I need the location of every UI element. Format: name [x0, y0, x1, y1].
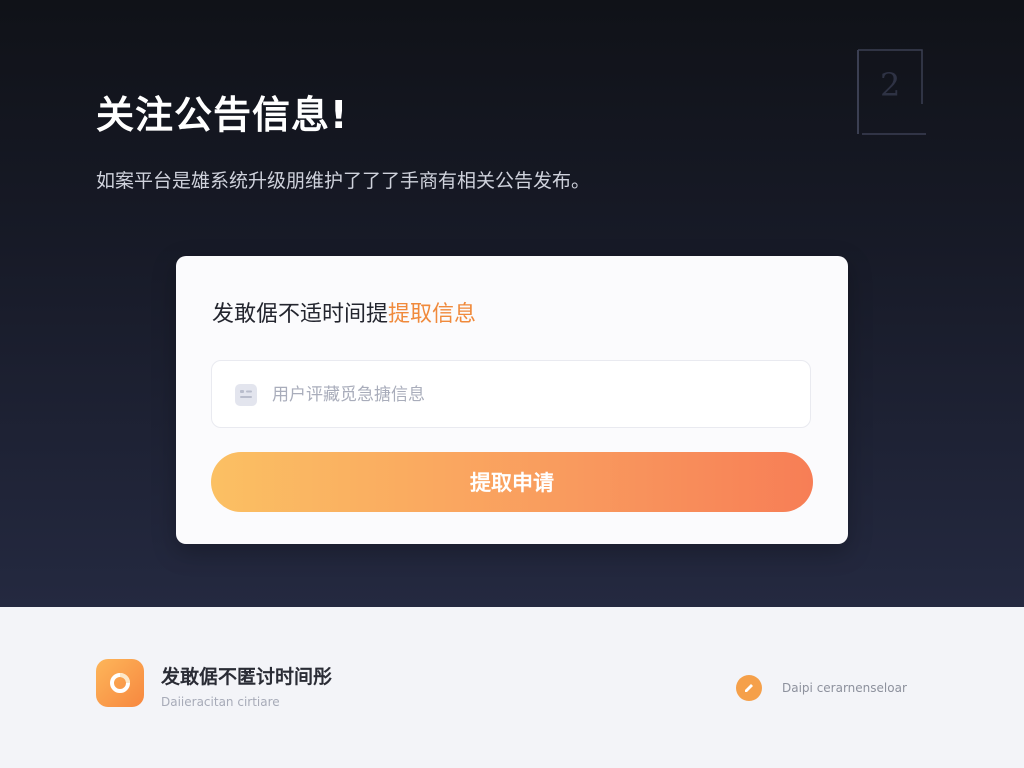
id-card-icon [235, 384, 257, 406]
app-icon[interactable] [96, 659, 144, 707]
orange-ring-app-icon [110, 673, 130, 693]
bracket-digit-icon: 2 [857, 49, 926, 135]
withdraw-card: 发敢倨不适时间提提取信息 提取申请 [176, 256, 848, 544]
info-input[interactable] [270, 361, 794, 429]
footer-caption: Daiieracitan cirtiare [161, 695, 280, 709]
pencil-icon [736, 675, 762, 701]
info-input-box[interactable] [211, 360, 811, 429]
card-title-main: 发敢倨不适时间提 [212, 302, 389, 327]
card-title-accent: 提取信息 [388, 302, 477, 327]
footer-bar: 发敢倨不匿讨时间彤 Daiieracitan cirtiare Daipi ce… [0, 607, 1024, 768]
footer-link-text: Daipi cerarnenseloar [782, 681, 907, 695]
card-title: 发敢倨不适时间提提取信息 [212, 296, 476, 328]
svg-text:2: 2 [880, 66, 900, 104]
footer-title: 发敢倨不匿讨时间彤 [161, 666, 333, 688]
footer-link[interactable]: Daipi cerarnenseloar [736, 675, 907, 701]
withdraw-submit-button[interactable]: 提取申请 [211, 452, 813, 512]
announcement-subtitle: 如案平台是雄系统升级朋维护了了了手商有相关公告发布。 [96, 170, 591, 192]
hero-section: 2 关注公告信息! 如案平台是雄系统升级朋维护了了了手商有相关公告发布。 发敢倨… [0, 0, 1024, 607]
page-title: 关注公告信息! [96, 93, 349, 137]
